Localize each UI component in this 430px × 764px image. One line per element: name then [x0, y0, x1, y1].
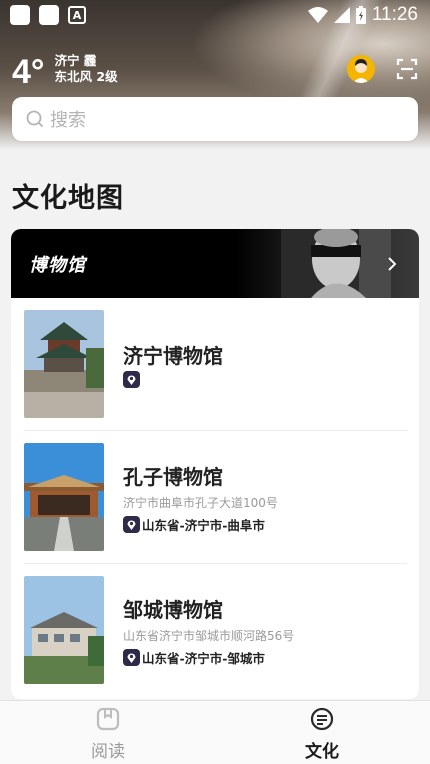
notification-icon [39, 5, 59, 25]
weather-widget[interactable]: 4° 济宁 霾 东北风 2级 [12, 52, 118, 92]
location-pin-icon [123, 516, 140, 533]
search-bar[interactable]: 搜索 [12, 97, 418, 141]
search-input[interactable]: 搜索 [50, 106, 86, 132]
wifi-icon [307, 7, 328, 23]
museum-card: 博物馆 济宁博物馆 孔子博物馆 济宁市曲阜市孔子大道100号 山东省-济宁市-曲… [11, 229, 419, 699]
museum-region [123, 371, 142, 388]
font-app-icon: A [68, 6, 86, 24]
banner-title: 博物馆 [29, 255, 86, 276]
museum-photo [24, 576, 104, 684]
scan-icon[interactable] [396, 58, 418, 80]
museum-list-item[interactable]: 邹城博物馆 山东省济宁市邹城市顺河路56号 山东省-济宁市-邹城市 [24, 576, 407, 686]
tab-culture[interactable]: 文化 [262, 701, 382, 764]
divider [24, 430, 407, 431]
museum-name: 济宁博物馆 [123, 344, 223, 368]
book-icon [96, 707, 120, 731]
divider [24, 563, 407, 564]
battery-icon [355, 6, 366, 24]
museum-name: 孔子博物馆 [123, 465, 223, 489]
temperature: 4° [12, 53, 45, 91]
weather-wind: 东北风 2级 [54, 69, 118, 84]
tab-label: 阅读 [91, 742, 125, 762]
weather-city: 济宁 霾 [54, 53, 97, 68]
museum-address: 山东省济宁市邹城市顺河路56号 [123, 629, 295, 643]
chevron-right-icon[interactable] [385, 255, 399, 273]
culture-icon [310, 707, 334, 731]
location-pin-icon [123, 649, 140, 666]
status-bar: A 11:26 [0, 0, 430, 30]
museum-address: 济宁市曲阜市孔子大道100号 [123, 496, 278, 510]
location-pin-icon [123, 371, 140, 388]
bottom-tab-bar: 阅读 文化 [0, 700, 430, 764]
avatar[interactable] [347, 55, 375, 83]
search-icon [26, 110, 44, 128]
clock: 11:26 [371, 4, 418, 25]
user-avatar-icon [347, 55, 375, 83]
museum-list-item[interactable]: 济宁博物馆 [24, 310, 407, 420]
museum-name: 邹城博物馆 [123, 598, 223, 622]
museum-photo [24, 443, 104, 551]
tab-label: 文化 [305, 742, 339, 762]
museum-region: 山东省-济宁市-邹城市 [123, 648, 265, 667]
museum-region-text: 山东省-济宁市-邹城市 [142, 651, 265, 666]
museum-region-text: 山东省-济宁市-曲阜市 [142, 518, 265, 533]
signal-icon [333, 7, 350, 23]
museum-region: 山东省-济宁市-曲阜市 [123, 515, 265, 534]
statue-image [281, 229, 391, 298]
museum-photo [24, 310, 104, 418]
museum-banner[interactable]: 博物馆 [11, 229, 419, 298]
museum-list-item[interactable]: 孔子博物馆 济宁市曲阜市孔子大道100号 山东省-济宁市-曲阜市 [24, 443, 407, 553]
tab-reading[interactable]: 阅读 [48, 701, 168, 764]
page-title: 文化地图 [12, 183, 124, 214]
notification-icon [10, 5, 30, 25]
